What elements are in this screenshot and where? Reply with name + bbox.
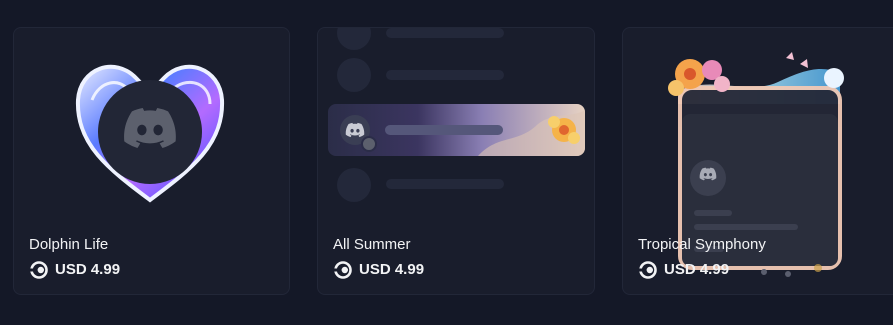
price-value: USD 4.99 — [55, 261, 121, 278]
product-name: All Summer — [333, 236, 411, 253]
discord-avatar-icon — [122, 100, 178, 156]
product-name: Dolphin Life — [29, 236, 109, 253]
orb-icon — [29, 260, 49, 280]
product-name: Tropical Symphony — [638, 236, 766, 253]
product-card-all-summer[interactable]: All Summer USD 4.99 — [317, 27, 595, 295]
product-price: USD 4.99 — [29, 260, 120, 280]
price-value: USD 4.99 — [359, 261, 425, 278]
orb-icon — [333, 260, 353, 280]
orb-icon — [638, 260, 658, 280]
discord-avatar-icon — [345, 120, 365, 140]
summer-nameplate-preview — [328, 104, 585, 156]
product-price: USD 4.99 — [333, 260, 424, 280]
product-card-tropical-symphony[interactable]: Tropical Symphony USD 4.99 — [622, 27, 893, 295]
product-card-dolphin-life[interactable]: Dolphin Life USD 4.99 — [13, 27, 290, 295]
product-price: USD 4.99 — [638, 260, 729, 280]
discord-avatar-icon — [699, 165, 717, 183]
price-value: USD 4.99 — [664, 261, 730, 278]
